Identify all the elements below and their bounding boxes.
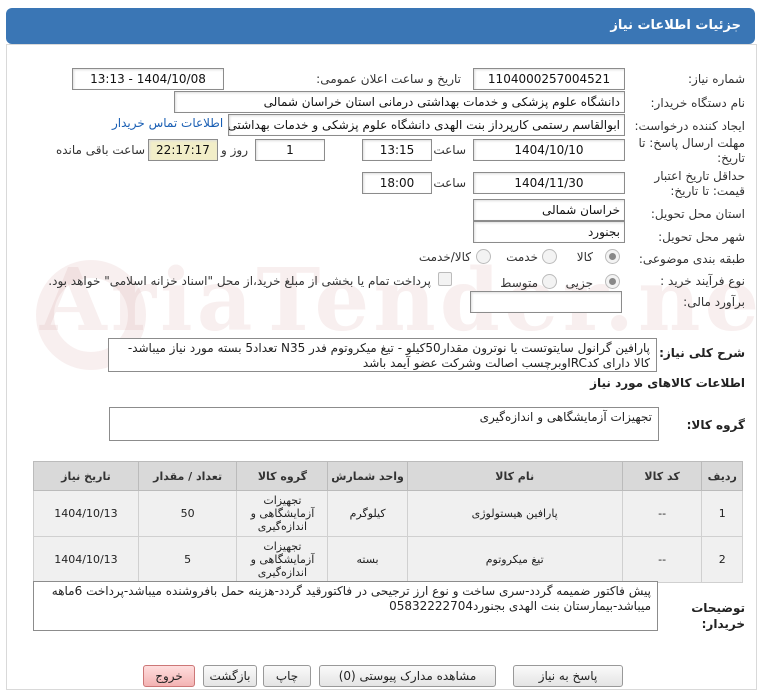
cell-code: --	[621, 490, 703, 537]
attachments-button[interactable]: مشاهده مدارک پیوستی (0)	[319, 665, 496, 687]
table-row[interactable]: 2 -- تیغ میکروتوم بسته تجهیزات آزمایشگاه…	[33, 536, 743, 583]
goods-section-title: اطلاعات کالاهای مورد نیاز	[590, 376, 745, 390]
cell-row-num: 2	[701, 536, 743, 583]
buyer-notes-label: توضیحات خریدار:	[691, 601, 745, 631]
requester-label: ایجاد کننده درخواست:	[634, 119, 745, 133]
buyer-notes-text: پیش فاکتور ضمیمه گردد-سری ساخت و نوع ارز…	[33, 581, 658, 631]
province-field[interactable]: خراسان شمالی	[473, 199, 625, 221]
header-code: کد کالا	[621, 461, 703, 491]
remaining-time-field: 22:17:17	[148, 139, 218, 161]
description-text: پارافین گرانول سایتوتست یا نوترون مقدار5…	[108, 338, 657, 372]
buyer-org-label: نام دستگاه خریدار:	[650, 96, 746, 110]
description-label: شرح کلی نیاز:	[659, 346, 745, 360]
cell-name: پارافین هیستولوژی	[406, 490, 623, 537]
cell-need-date: 1404/10/13	[33, 490, 139, 537]
category-radio-service[interactable]	[542, 249, 557, 264]
back-button[interactable]: بازگشت	[203, 665, 257, 687]
validity-time-label: ساعت	[433, 176, 466, 190]
requester-field[interactable]: ابوالقاسم رستمی کارپرداز بنت الهدی دانشگ…	[228, 114, 625, 136]
budget-label: برآورد مالی:	[683, 295, 745, 309]
process-option-minor: جزیی	[565, 276, 593, 290]
category-option-service: خدمت	[506, 250, 538, 264]
category-radio-both[interactable]	[476, 249, 491, 264]
buyer-org-field[interactable]: دانشگاه علوم پزشکی و خدمات بهداشتی درمان…	[174, 91, 625, 113]
category-option-goods: کالا	[576, 250, 593, 264]
header-quantity: تعداد / مقدار	[137, 461, 238, 491]
page-header: جزئیات اطلاعات نیاز	[6, 8, 755, 44]
cell-need-date: 1404/10/13	[33, 536, 139, 583]
validity-label: حداقل تاریخ اعتبار	[654, 169, 745, 183]
validity-time-field[interactable]: 18:00	[362, 172, 432, 194]
days-label: روز و	[221, 143, 248, 157]
header-name: نام کالا	[406, 461, 623, 491]
need-number-field[interactable]: 1104000257004521	[473, 68, 625, 90]
goods-group-field: تجهیزات آزمایشگاهی و اندازه‌گیری	[109, 407, 659, 441]
deadline-label-date: تاریخ:	[717, 151, 745, 165]
cell-unit: بسته	[327, 536, 408, 583]
header-need-date: تاریخ نیاز	[33, 461, 139, 491]
cell-unit: کیلوگرم	[327, 490, 408, 537]
process-radio-minor[interactable]	[605, 274, 620, 289]
header-unit: واحد شمارش	[327, 461, 408, 491]
validity-label-date: قیمت: تا تاریخ:	[670, 184, 745, 198]
cell-row-num: 1	[701, 490, 743, 537]
cell-quantity: 5	[137, 536, 238, 583]
print-button[interactable]: چاپ	[263, 665, 311, 687]
category-option-both: کالا/خدمت	[418, 250, 471, 264]
announce-field[interactable]: 1404/10/08 - 13:13	[72, 68, 224, 90]
announce-label: تاریخ و ساعت اعلان عمومی:	[316, 72, 461, 86]
process-option-medium: متوسط	[500, 276, 538, 290]
days-field[interactable]: 1	[255, 139, 325, 161]
goods-group-label: گروه کالا:	[686, 418, 745, 432]
city-label: شهر محل تحویل:	[658, 230, 745, 244]
budget-field[interactable]	[470, 291, 622, 313]
validity-date-field[interactable]: 1404/11/30	[473, 172, 625, 194]
treasury-payment-checkbox[interactable]	[438, 272, 452, 286]
deadline-label: مهلت ارسال پاسخ: تا	[638, 136, 745, 150]
table-header-row: ردیف کد کالا نام کالا واحد شمارش گروه کا…	[33, 461, 743, 491]
header-row-num: ردیف	[701, 461, 743, 491]
city-field[interactable]: بجنورد	[473, 221, 625, 243]
category-radio-goods[interactable]	[605, 249, 620, 264]
reply-button[interactable]: پاسخ به نیاز	[513, 665, 623, 687]
need-number-label: شماره نیاز:	[688, 72, 745, 86]
table-row[interactable]: 1 -- پارافین هیستولوژی کیلوگرم تجهیزات آ…	[33, 490, 743, 537]
cell-group: تجهیزات آزمایشگاهی و اندازه‌گیری	[236, 536, 329, 583]
goods-table: ردیف کد کالا نام کالا واحد شمارش گروه کا…	[33, 461, 743, 583]
page-title: جزئیات اطلاعات نیاز	[610, 18, 741, 33]
cell-quantity: 50	[137, 490, 238, 537]
cell-group: تجهیزات آزمایشگاهی و اندازه‌گیری	[236, 490, 329, 537]
deadline-date-field[interactable]: 1404/10/10	[473, 139, 625, 161]
remaining-label: ساعت باقی مانده	[55, 143, 145, 157]
cell-name: تیغ میکروتوم	[406, 536, 623, 583]
province-label: استان محل تحویل:	[650, 207, 745, 221]
process-radio-medium[interactable]	[542, 274, 557, 289]
cell-code: --	[621, 536, 703, 583]
header-group: گروه کالا	[236, 461, 329, 491]
treasury-payment-note: پرداخت تمام یا بخشی از مبلغ خرید،از محل …	[48, 274, 431, 288]
process-label: نوع فرآیند خرید :	[660, 274, 745, 288]
deadline-time-label: ساعت	[433, 143, 466, 157]
category-label: طبقه بندی موضوعی:	[638, 252, 745, 266]
contact-info-link[interactable]: اطلاعات تماس خریدار	[112, 116, 223, 130]
deadline-time-field[interactable]: 13:15	[362, 139, 432, 161]
exit-button[interactable]: خروج	[143, 665, 195, 687]
